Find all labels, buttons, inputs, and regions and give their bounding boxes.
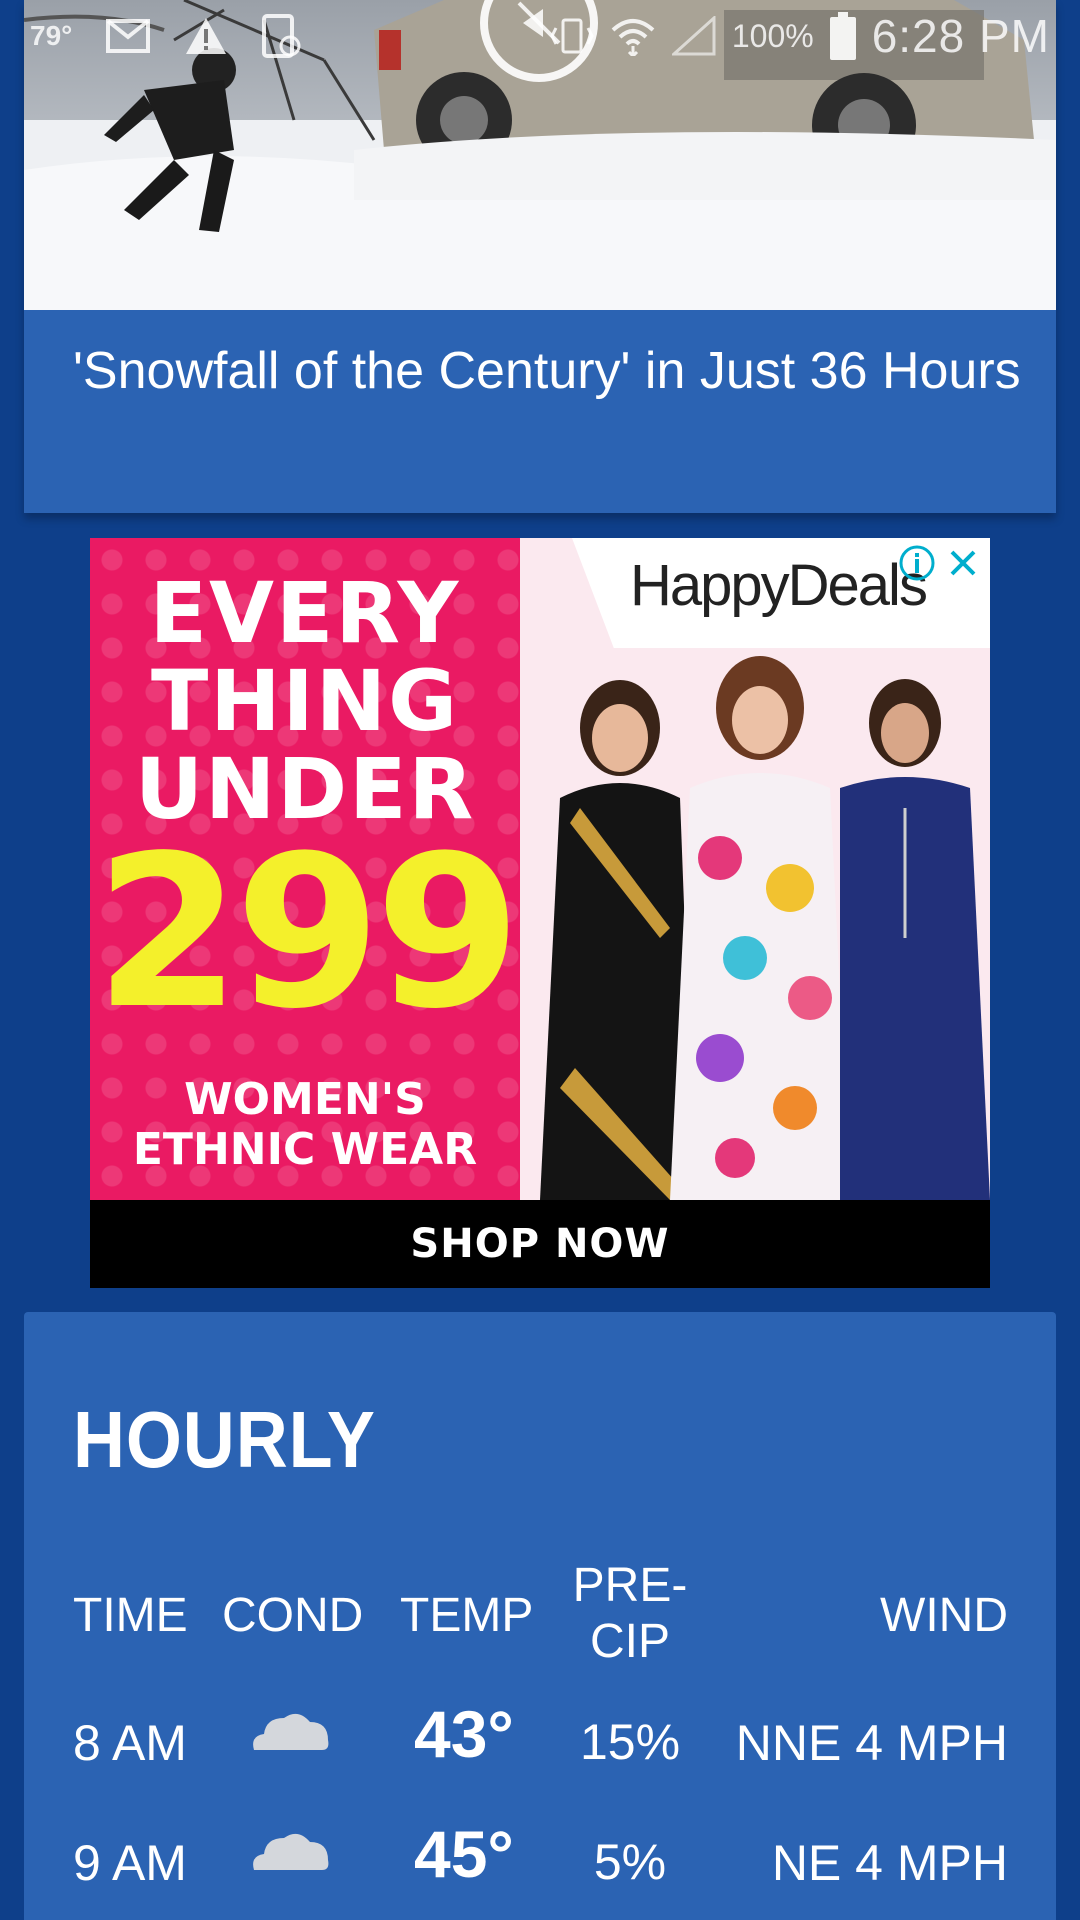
- news-headline[interactable]: 'Snowfall of the Century' in Just 36 Hou…: [73, 338, 1033, 404]
- cloud-icon: [248, 1826, 332, 1888]
- row-wind: NNE 4 MPH: [735, 1715, 1008, 1771]
- screen-lock-icon: [262, 14, 302, 58]
- header-wind: WIND: [880, 1589, 1008, 1642]
- header-temp: TEMP: [400, 1589, 534, 1642]
- battery-icon: [829, 12, 856, 60]
- weather-app-screen: 'Snowfall of the Century' in Just 36 Hou…: [0, 0, 1080, 1920]
- row-wind: NE 4 MPH: [771, 1835, 1008, 1891]
- ad-sub-1: WOMEN'S: [184, 1074, 426, 1125]
- ad-line-2: THING: [150, 652, 460, 750]
- ad-price: 299: [94, 810, 521, 1055]
- hourly-forecast-card: HOURLY TIME COND TEMP PRE- CIP WIND 8 AM…: [24, 1312, 1056, 1920]
- ad-info-icon[interactable]: [894, 540, 940, 586]
- table-row[interactable]: 9 AM 45° 5% NE 4 MPH: [24, 1816, 1056, 1906]
- ad-shop-now-button[interactable]: SHOP NOW: [90, 1200, 990, 1288]
- header-precip: PRE- CIP: [572, 1559, 688, 1668]
- hourly-title: HOURLY: [73, 1395, 376, 1484]
- row-precip: 5%: [593, 1834, 667, 1890]
- row-time: 8 AM: [73, 1715, 187, 1771]
- row-time: 9 AM: [73, 1835, 187, 1891]
- cloud-icon: [248, 1706, 332, 1768]
- row-temp: 45°: [414, 1817, 514, 1891]
- hourly-header-row: TIME COND TEMP PRE- CIP WIND: [24, 1558, 1056, 1668]
- status-temperature: 79°: [30, 20, 73, 51]
- wifi-icon: [610, 16, 656, 56]
- ad-promo-panel: EVERY THING UNDER 299 WOMEN'S ETHNIC WEA…: [90, 538, 521, 1200]
- warning-icon: [184, 16, 228, 56]
- ad-brand-logo: HappyDeals: [630, 553, 928, 618]
- ad-close-icon[interactable]: [940, 540, 986, 586]
- row-temp: 43°: [414, 1697, 514, 1771]
- ad-sub-2: ETHNIC WEAR: [132, 1124, 478, 1175]
- ad-line-1: EVERY: [149, 564, 461, 662]
- header-cond: COND: [222, 1589, 364, 1642]
- advertisement-banner[interactable]: EVERY THING UNDER 299 WOMEN'S ETHNIC WEA…: [90, 538, 990, 1288]
- signal-icon: [671, 16, 716, 56]
- header-time: TIME: [73, 1589, 188, 1642]
- status-time: 6:28 PM: [871, 10, 1050, 62]
- mail-icon: [106, 19, 151, 53]
- battery-percent: 100%: [731, 17, 814, 54]
- ad-image-panel: HappyDeals: [520, 538, 990, 1200]
- ad-models-image: [520, 638, 990, 1200]
- table-row[interactable]: 8 AM 43° 15% NNE 4 MPH: [24, 1696, 1056, 1786]
- row-precip: 15%: [579, 1714, 681, 1770]
